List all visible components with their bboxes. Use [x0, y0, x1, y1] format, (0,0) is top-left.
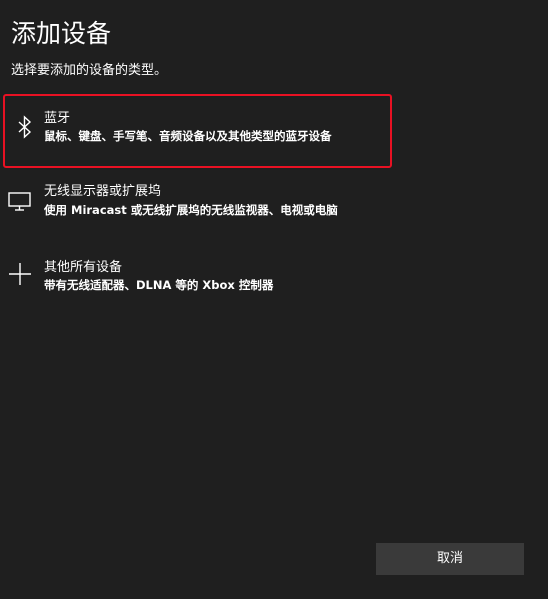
bluetooth-description: 鼠标、键盘、手写笔、音频设备以及其他类型的蓝牙设备 — [44, 129, 332, 143]
dialog-title: 添加设备 — [11, 19, 112, 48]
dialog-subtitle: 选择要添加的设备的类型。 — [11, 63, 168, 78]
cancel-button[interactable]: 取消 — [376, 543, 524, 575]
monitor-icon — [8, 192, 31, 211]
device-option-bluetooth[interactable]: 蓝牙 鼠标、键盘、手写笔、音频设备以及其他类型的蓝牙设备 — [3, 94, 392, 168]
everything-else-description: 带有无线适配器、DLNA 等的 Xbox 控制器 — [44, 278, 274, 292]
device-option-everything-else[interactable]: 其他所有设备 带有无线适配器、DLNA 等的 Xbox 控制器 — [6, 250, 388, 320]
wireless-display-label: 无线显示器或扩展坞 — [44, 184, 162, 199]
everything-else-label: 其他所有设备 — [44, 260, 123, 275]
plus-icon — [9, 263, 31, 285]
bluetooth-icon — [18, 115, 32, 139]
add-device-dialog: 添加设备 选择要添加的设备的类型。 蓝牙 鼠标、键盘、手写笔、音频设备以及其他类… — [0, 0, 548, 599]
device-option-wireless-display[interactable]: 无线显示器或扩展坞 使用 Miracast 或无线扩展坞的无线监视器、电视或电脑 — [6, 172, 388, 242]
bluetooth-label: 蓝牙 — [44, 111, 71, 126]
wireless-display-description: 使用 Miracast 或无线扩展坞的无线监视器、电视或电脑 — [44, 203, 338, 217]
